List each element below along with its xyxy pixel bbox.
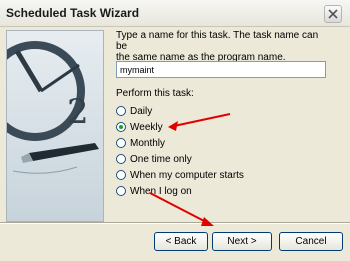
wizard-window: Scheduled Task Wizard 2 Type a name for … [0, 0, 350, 261]
red-arrow-annotation [149, 113, 231, 226]
